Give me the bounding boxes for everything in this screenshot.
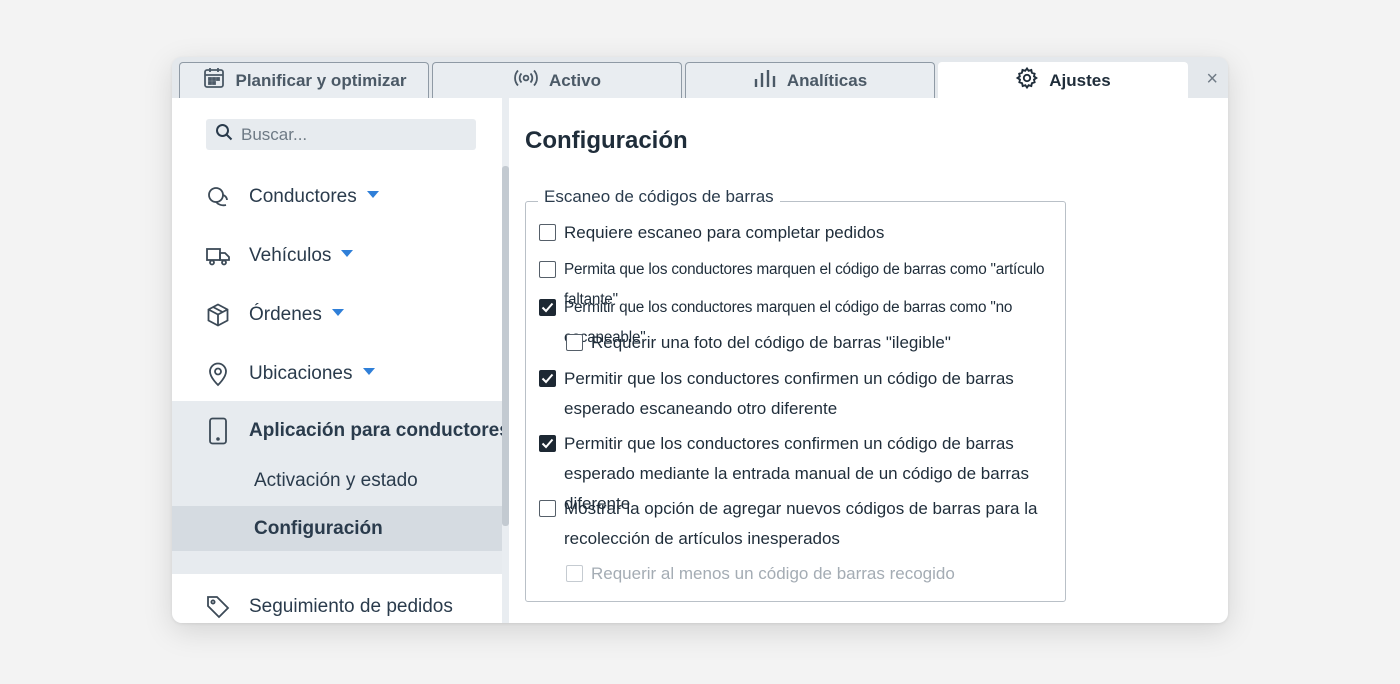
- option-require-photo[interactable]: Requerir una foto del código de barras "…: [566, 328, 951, 358]
- settings-window: Planificar y optimizar Activo Analíticas: [172, 57, 1228, 623]
- sidebar-item-driver-app[interactable]: Aplicación para conductores: [172, 408, 509, 454]
- sidebar-subitem-activation[interactable]: Activación y estado: [172, 458, 502, 503]
- tab-label: Analíticas: [786, 70, 868, 90]
- sidebar-item-label: Seguimiento de pedidos: [249, 596, 453, 617]
- phone-icon: [205, 417, 231, 445]
- sidebar-item-label: Conductores: [249, 186, 357, 207]
- tab-label: Planificar y optimizar: [235, 70, 407, 90]
- tab-bar: Planificar y optimizar Activo Analíticas: [172, 57, 1228, 98]
- tab-active[interactable]: Activo: [432, 62, 682, 98]
- checkbox-checked[interactable]: [539, 299, 556, 316]
- option-label: Requiere escaneo para completar pedidos: [564, 223, 885, 242]
- checkbox-checked[interactable]: [539, 370, 556, 387]
- checkbox[interactable]: [539, 261, 556, 278]
- option-confirm-by-scan[interactable]: Permitir que los conductores confirmen u…: [539, 364, 1049, 424]
- option-label: Permitir que los conductores confirmen u…: [564, 369, 1014, 418]
- option-label: Requerir una foto del código de barras "…: [591, 333, 951, 352]
- search-icon: [215, 123, 233, 146]
- sidebar-item-drivers[interactable]: Conductores: [172, 174, 502, 220]
- option-label: Requerir al menos un código de barras re…: [591, 564, 955, 583]
- checkbox[interactable]: [539, 500, 556, 517]
- sidebar-item-label: Órdenes: [249, 304, 322, 325]
- calendar-icon: [202, 66, 226, 95]
- tab-label: Activo: [549, 70, 601, 90]
- caret-down-icon: [331, 309, 344, 317]
- sidebar-item-order-tracking[interactable]: Seguimiento de pedidos: [172, 584, 502, 623]
- main-content: Configuración Escaneo de códigos de barr…: [509, 98, 1228, 623]
- check-icon: [541, 302, 554, 313]
- search-input[interactable]: Buscar...: [206, 119, 476, 150]
- sidebar-item-locations[interactable]: Ubicaciones: [172, 351, 502, 397]
- location-pin-icon: [205, 361, 231, 387]
- barcode-scanning-section: Escaneo de códigos de barras Requiere es…: [525, 187, 1066, 602]
- option-require-one-barcode: Requerir al menos un código de barras re…: [566, 559, 955, 589]
- sidebar-subitem-label: Configuración: [254, 517, 383, 539]
- tab-settings[interactable]: Ajustes: [938, 62, 1188, 98]
- drivers-icon: [205, 184, 231, 210]
- checkbox-disabled: [566, 565, 583, 582]
- checkbox[interactable]: [566, 334, 583, 351]
- tab-analytics[interactable]: Analíticas: [685, 62, 935, 98]
- box-icon: [205, 302, 231, 328]
- caret-down-icon: [366, 191, 379, 199]
- sidebar-panel: Buscar... Conductores Vehículos Órdenes …: [172, 98, 509, 623]
- sidebar-item-orders[interactable]: Órdenes: [172, 292, 502, 338]
- sidebar-scrollbar[interactable]: [502, 166, 509, 526]
- sidebar-group-driver-app: Aplicación para conductores Activación y…: [172, 401, 509, 574]
- broadcast-icon: [513, 68, 539, 93]
- sidebar-subitem-configuration[interactable]: Configuración: [172, 506, 502, 551]
- checkbox[interactable]: [539, 224, 556, 241]
- caret-down-icon: [362, 368, 375, 376]
- tab-plan-optimize[interactable]: Planificar y optimizar: [179, 62, 429, 98]
- close-icon[interactable]: ×: [1206, 69, 1218, 89]
- check-icon: [541, 438, 554, 449]
- tag-icon: [205, 594, 231, 620]
- sidebar-item-label: Aplicación para conductores: [249, 420, 509, 441]
- truck-icon: [205, 243, 231, 269]
- sidebar-subitem-label: Activación y estado: [254, 469, 418, 491]
- caret-down-icon: [341, 250, 354, 258]
- option-add-new-barcodes[interactable]: Mostrar la opción de agregar nuevos códi…: [539, 494, 1049, 554]
- option-require-scan[interactable]: Requiere escaneo para completar pedidos: [539, 218, 884, 248]
- search-placeholder: Buscar...: [241, 124, 308, 144]
- bar-chart-icon: [753, 67, 777, 94]
- sidebar-item-vehicles[interactable]: Vehículos: [172, 233, 502, 279]
- gear-icon: [1015, 66, 1039, 95]
- sidebar-item-label: Ubicaciones: [249, 363, 353, 384]
- tab-label: Ajustes: [1049, 70, 1111, 90]
- option-label: Mostrar la opción de agregar nuevos códi…: [564, 499, 1038, 548]
- sidebar: Buscar... Conductores Vehículos Órdenes …: [172, 98, 509, 623]
- check-icon: [541, 373, 554, 384]
- sidebar-item-label: Vehículos: [249, 245, 332, 266]
- checkbox-checked[interactable]: [539, 435, 556, 452]
- section-title: Escaneo de códigos de barras: [538, 187, 780, 207]
- page-title: Configuración: [525, 127, 688, 154]
